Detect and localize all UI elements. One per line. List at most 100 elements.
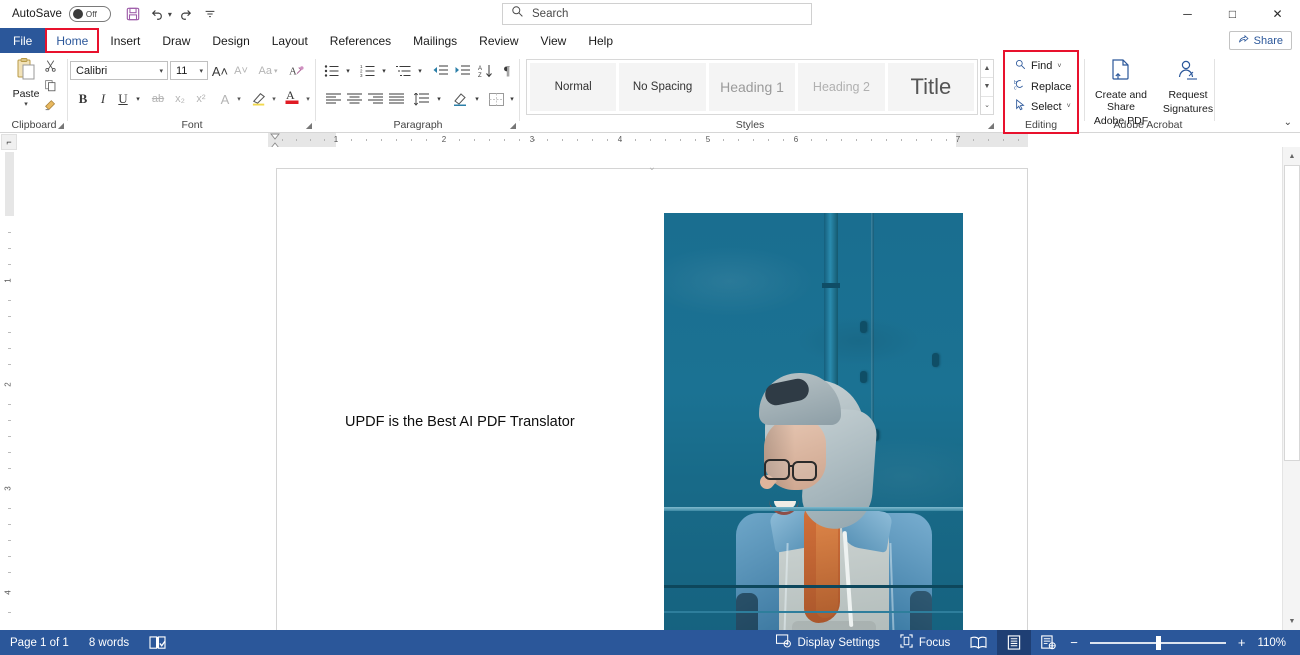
strikethrough-button[interactable]: ab xyxy=(148,89,168,109)
font-size-combo[interactable]: 11 ▾ xyxy=(170,61,208,80)
vertical-scrollbar[interactable]: ▲ ▼ xyxy=(1282,147,1300,630)
scroll-up-icon[interactable]: ▲ xyxy=(1283,147,1300,165)
close-button[interactable]: ✕ xyxy=(1255,0,1300,28)
text-effects-icon[interactable]: A xyxy=(216,89,234,109)
redo-icon[interactable] xyxy=(173,2,197,26)
sort-icon[interactable]: AZ xyxy=(476,61,496,81)
clipboard-dialog-launcher-icon[interactable]: ◢ xyxy=(58,121,64,130)
scrollbar-thumb[interactable] xyxy=(1284,165,1300,461)
undo-dropdown-caret[interactable]: ▾ xyxy=(168,10,172,19)
proofing-errors-icon[interactable] xyxy=(139,630,176,655)
clear-formatting-icon[interactable]: A xyxy=(286,61,308,81)
customize-quick-access-toolbar-icon[interactable] xyxy=(198,2,222,26)
align-left-icon[interactable] xyxy=(324,89,344,109)
underline-button[interactable]: U xyxy=(114,89,132,109)
borders-icon[interactable] xyxy=(486,89,506,109)
tab-stop-left-icon[interactable]: ⌐ xyxy=(1,134,17,150)
zoom-out-button[interactable]: − xyxy=(1066,635,1082,650)
chevron-down-icon[interactable]: ⌄ xyxy=(1284,117,1292,128)
autosave-toggle[interactable]: Off xyxy=(68,6,111,22)
display-settings-button[interactable]: Display Settings xyxy=(766,630,889,655)
document-page[interactable]: ⌄ UPDF is the Best AI PDF Translator xyxy=(276,163,1028,630)
multilevel-list-icon[interactable] xyxy=(394,61,414,81)
document-image[interactable] xyxy=(664,213,963,630)
paste-dropdown-caret[interactable]: ▾ xyxy=(8,100,44,108)
save-icon[interactable] xyxy=(121,2,145,26)
italic-button[interactable]: I xyxy=(94,89,112,109)
cut-icon[interactable] xyxy=(44,59,57,75)
request-signatures-button[interactable]: Request Signatures xyxy=(1161,59,1215,115)
font-color-icon[interactable]: A xyxy=(282,86,302,106)
undo-icon[interactable] xyxy=(146,2,170,26)
chevron-down-icon[interactable]: ▾ xyxy=(159,67,163,75)
style-no-spacing[interactable]: No Spacing xyxy=(619,63,706,111)
minimize-button[interactable]: ─ xyxy=(1165,0,1210,28)
shrink-font-icon[interactable]: A˅ xyxy=(231,61,251,81)
increase-indent-icon[interactable] xyxy=(453,61,473,81)
subscript-button[interactable]: x₂ xyxy=(170,89,190,109)
zoom-level-label[interactable]: 110% xyxy=(1249,637,1300,649)
word-count-status[interactable]: 8 words xyxy=(79,630,139,655)
print-layout-icon[interactable] xyxy=(997,630,1032,655)
create-and-share-adobe-pdf-button[interactable]: Create and Share Adobe PDF xyxy=(1081,59,1161,127)
share-button[interactable]: Share xyxy=(1228,31,1292,50)
align-center-icon[interactable] xyxy=(345,89,365,109)
styles-dialog-launcher-icon[interactable]: ◢ xyxy=(988,121,994,130)
text-effects-caret[interactable]: ▾ xyxy=(233,89,245,109)
borders-caret[interactable]: ▾ xyxy=(506,89,518,109)
decrease-indent-icon[interactable] xyxy=(431,61,451,81)
shading-caret[interactable]: ▾ xyxy=(471,89,483,109)
tab-help[interactable]: Help xyxy=(577,28,624,53)
tab-insert[interactable]: Insert xyxy=(99,28,151,53)
line-spacing-caret[interactable]: ▾ xyxy=(433,89,445,109)
chevron-down-icon[interactable]: ▾ xyxy=(199,67,203,75)
tab-file[interactable]: File xyxy=(0,28,46,53)
styles-gallery[interactable]: Normal No Spacing Heading 1 Heading 2 Ti… xyxy=(526,59,978,115)
copy-icon[interactable] xyxy=(44,79,57,95)
tab-references[interactable]: References xyxy=(319,28,402,53)
tab-draw[interactable]: Draw xyxy=(151,28,201,53)
bold-button[interactable]: B xyxy=(74,89,92,109)
tab-view[interactable]: View xyxy=(530,28,578,53)
paste-button[interactable]: Paste ▾ xyxy=(8,57,44,108)
styles-scroll-down-icon[interactable]: ▼ xyxy=(981,78,993,97)
paragraph-dialog-launcher-icon[interactable]: ◢ xyxy=(510,121,516,130)
read-mode-icon[interactable] xyxy=(960,630,997,655)
focus-button[interactable]: Focus xyxy=(890,630,960,655)
replace-button[interactable]: bc Replace xyxy=(1014,79,1071,94)
page-number-status[interactable]: Page 1 of 1 xyxy=(0,630,79,655)
numbering-caret[interactable]: ▾ xyxy=(378,61,390,81)
web-layout-icon[interactable] xyxy=(1031,630,1066,655)
paragraph-mark-icon[interactable]: ¶ xyxy=(498,61,516,81)
find-button[interactable]: Find ˅ xyxy=(1014,59,1062,73)
font-color-caret[interactable]: ▾ xyxy=(302,89,314,109)
autosave-control[interactable]: AutoSave Off xyxy=(12,6,111,22)
format-painter-icon[interactable] xyxy=(44,99,57,115)
style-heading-1[interactable]: Heading 1 xyxy=(708,63,796,111)
bullet-list-icon[interactable] xyxy=(322,61,342,81)
zoom-slider-thumb[interactable] xyxy=(1155,635,1161,650)
tab-design[interactable]: Design xyxy=(201,28,260,53)
horizontal-ruler[interactable]: 1 2 3 4 5 6 7 xyxy=(268,133,1028,147)
underline-dropdown-caret[interactable]: ▾ xyxy=(132,89,144,109)
change-case-icon[interactable]: Aa ▾ xyxy=(254,61,282,81)
font-name-combo[interactable]: Calibri ▾ xyxy=(70,61,168,80)
maximize-button[interactable]: □ xyxy=(1210,0,1255,28)
search-input[interactable]: Search xyxy=(532,8,568,20)
style-title[interactable]: Title xyxy=(887,63,975,111)
document-canvas[interactable]: ⌄ UPDF is the Best AI PDF Translator xyxy=(18,147,1282,630)
font-dialog-launcher-icon[interactable]: ◢ xyxy=(306,121,312,130)
search-box[interactable]: Search xyxy=(502,3,812,25)
numbered-list-icon[interactable]: 123 xyxy=(358,61,378,81)
tab-review[interactable]: Review xyxy=(468,28,529,53)
styles-more-icon[interactable]: ⌄ xyxy=(981,97,993,114)
justify-icon[interactable] xyxy=(387,89,407,109)
align-right-icon[interactable] xyxy=(366,89,386,109)
tab-layout[interactable]: Layout xyxy=(261,28,319,53)
superscript-button[interactable]: x² xyxy=(191,89,211,109)
style-normal[interactable]: Normal xyxy=(530,63,617,111)
bullets-caret[interactable]: ▾ xyxy=(342,61,354,81)
zoom-in-button[interactable]: + xyxy=(1234,635,1250,650)
multilevel-caret[interactable]: ▾ xyxy=(414,61,426,81)
zoom-slider[interactable] xyxy=(1082,630,1234,655)
